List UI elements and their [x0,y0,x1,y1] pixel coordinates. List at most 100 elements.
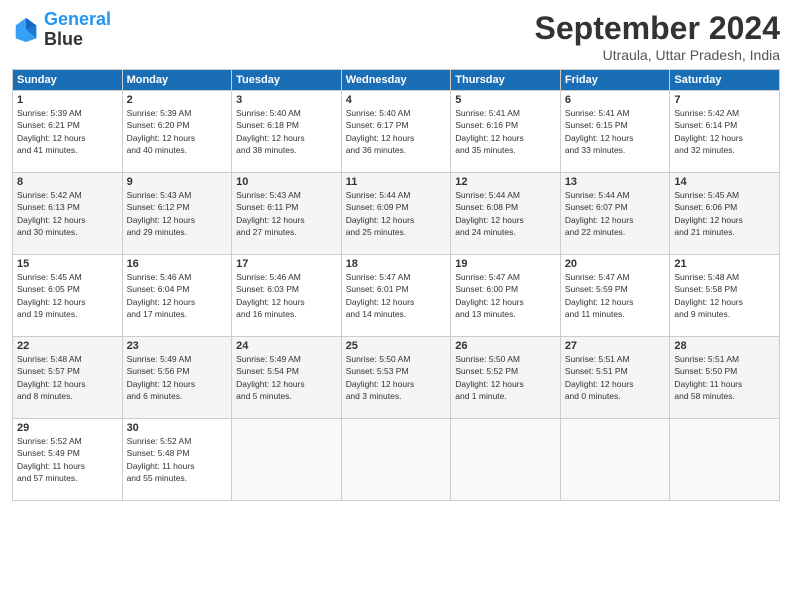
cell-line: Daylight: 12 hours [17,296,118,308]
calendar-cell: 14Sunrise: 5:45 AMSunset: 6:06 PMDayligh… [670,173,780,255]
cell-content: Sunrise: 5:39 AMSunset: 6:21 PMDaylight:… [17,107,118,156]
cell-line: Daylight: 12 hours [455,132,556,144]
col-monday: Monday [122,70,232,91]
calendar-cell: 23Sunrise: 5:49 AMSunset: 5:56 PMDayligh… [122,337,232,419]
logo: General Blue [12,10,111,50]
cell-line: Sunset: 6:16 PM [455,119,556,131]
cell-line: Daylight: 12 hours [236,378,337,390]
cell-line: Daylight: 12 hours [127,132,228,144]
calendar-cell: 28Sunrise: 5:51 AMSunset: 5:50 PMDayligh… [670,337,780,419]
cell-line: and 40 minutes. [127,144,228,156]
cell-line: Sunset: 5:58 PM [674,283,775,295]
cell-line: Daylight: 12 hours [565,378,666,390]
cell-line: Sunset: 5:57 PM [17,365,118,377]
calendar-cell: 6Sunrise: 5:41 AMSunset: 6:15 PMDaylight… [560,91,670,173]
cell-line: Sunrise: 5:40 AM [346,107,447,119]
cell-line: Daylight: 12 hours [127,296,228,308]
calendar-table: Sunday Monday Tuesday Wednesday Thursday… [12,69,780,501]
day-number: 2 [127,94,228,106]
cell-line: Sunrise: 5:46 AM [236,271,337,283]
col-wednesday: Wednesday [341,70,451,91]
cell-line: Sunset: 6:06 PM [674,201,775,213]
cell-content: Sunrise: 5:47 AMSunset: 6:01 PMDaylight:… [346,271,447,320]
cell-line: Daylight: 12 hours [565,296,666,308]
cell-line: and 9 minutes. [674,308,775,320]
header-row: Sunday Monday Tuesday Wednesday Thursday… [13,70,780,91]
day-number: 30 [127,422,228,434]
cell-line: and 1 minute. [455,390,556,402]
cell-line: and 3 minutes. [346,390,447,402]
cell-line: and 19 minutes. [17,308,118,320]
cell-line: Sunrise: 5:47 AM [455,271,556,283]
calendar-cell: 21Sunrise: 5:48 AMSunset: 5:58 PMDayligh… [670,255,780,337]
cell-line: and 30 minutes. [17,226,118,238]
cell-line: Sunrise: 5:41 AM [565,107,666,119]
cell-line: Sunset: 6:21 PM [17,119,118,131]
cell-line: Sunset: 6:04 PM [127,283,228,295]
cell-content: Sunrise: 5:51 AMSunset: 5:51 PMDaylight:… [565,353,666,402]
day-number: 22 [17,340,118,352]
calendar-week-2: 8Sunrise: 5:42 AMSunset: 6:13 PMDaylight… [13,173,780,255]
day-number: 26 [455,340,556,352]
cell-line: Sunrise: 5:49 AM [236,353,337,365]
day-number: 7 [674,94,775,106]
calendar-cell: 9Sunrise: 5:43 AMSunset: 6:12 PMDaylight… [122,173,232,255]
calendar-cell: 11Sunrise: 5:44 AMSunset: 6:09 PMDayligh… [341,173,451,255]
cell-line: Sunrise: 5:48 AM [17,353,118,365]
cell-content: Sunrise: 5:41 AMSunset: 6:16 PMDaylight:… [455,107,556,156]
calendar-cell [560,419,670,501]
cell-line: and 24 minutes. [455,226,556,238]
day-number: 25 [346,340,447,352]
day-number: 17 [236,258,337,270]
calendar-week-5: 29Sunrise: 5:52 AMSunset: 5:49 PMDayligh… [13,419,780,501]
cell-content: Sunrise: 5:40 AMSunset: 6:18 PMDaylight:… [236,107,337,156]
cell-content: Sunrise: 5:48 AMSunset: 5:57 PMDaylight:… [17,353,118,402]
cell-line: Sunrise: 5:46 AM [127,271,228,283]
col-saturday: Saturday [670,70,780,91]
cell-content: Sunrise: 5:47 AMSunset: 5:59 PMDaylight:… [565,271,666,320]
month-title: September 2024 [535,10,780,47]
cell-line: and 25 minutes. [346,226,447,238]
cell-line: Daylight: 12 hours [455,214,556,226]
col-thursday: Thursday [451,70,561,91]
cell-line: and 16 minutes. [236,308,337,320]
cell-line: Daylight: 12 hours [346,132,447,144]
cell-line: Sunset: 6:11 PM [236,201,337,213]
col-sunday: Sunday [13,70,123,91]
cell-line: and 29 minutes. [127,226,228,238]
cell-content: Sunrise: 5:40 AMSunset: 6:17 PMDaylight:… [346,107,447,156]
day-number: 24 [236,340,337,352]
day-number: 8 [17,176,118,188]
cell-content: Sunrise: 5:43 AMSunset: 6:11 PMDaylight:… [236,189,337,238]
cell-line: Sunrise: 5:41 AM [455,107,556,119]
calendar-cell: 20Sunrise: 5:47 AMSunset: 5:59 PMDayligh… [560,255,670,337]
calendar-week-4: 22Sunrise: 5:48 AMSunset: 5:57 PMDayligh… [13,337,780,419]
calendar-cell: 25Sunrise: 5:50 AMSunset: 5:53 PMDayligh… [341,337,451,419]
col-tuesday: Tuesday [232,70,342,91]
cell-line: Sunset: 5:52 PM [455,365,556,377]
cell-line: Daylight: 11 hours [127,460,228,472]
cell-content: Sunrise: 5:49 AMSunset: 5:54 PMDaylight:… [236,353,337,402]
cell-content: Sunrise: 5:48 AMSunset: 5:58 PMDaylight:… [674,271,775,320]
location-subtitle: Utraula, Uttar Pradesh, India [535,47,780,63]
calendar-cell: 30Sunrise: 5:52 AMSunset: 5:48 PMDayligh… [122,419,232,501]
day-number: 29 [17,422,118,434]
cell-line: Sunrise: 5:45 AM [674,189,775,201]
calendar-cell [670,419,780,501]
cell-line: Daylight: 12 hours [674,132,775,144]
cell-line: Sunrise: 5:51 AM [674,353,775,365]
calendar-cell [232,419,342,501]
cell-line: Daylight: 12 hours [17,378,118,390]
cell-line: Sunrise: 5:40 AM [236,107,337,119]
cell-line: Sunset: 6:08 PM [455,201,556,213]
cell-line: Sunset: 5:53 PM [346,365,447,377]
calendar-cell: 5Sunrise: 5:41 AMSunset: 6:16 PMDaylight… [451,91,561,173]
day-number: 18 [346,258,447,270]
cell-line: Daylight: 12 hours [127,214,228,226]
cell-content: Sunrise: 5:45 AMSunset: 6:06 PMDaylight:… [674,189,775,238]
cell-line: Daylight: 12 hours [455,378,556,390]
cell-line: Daylight: 12 hours [236,296,337,308]
day-number: 1 [17,94,118,106]
day-number: 13 [565,176,666,188]
cell-line: and 35 minutes. [455,144,556,156]
